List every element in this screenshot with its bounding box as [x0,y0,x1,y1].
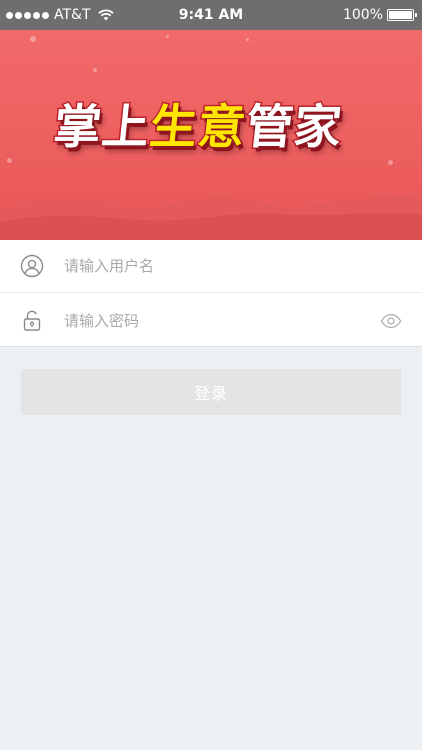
login-button[interactable]: 登录 [21,369,401,415]
username-input[interactable] [64,251,364,281]
battery-percent: 100% [342,7,383,23]
username-row [0,240,422,293]
title-part-2: 生意 [146,99,251,157]
header-banner: 掌上 生意 管家 [0,30,422,240]
eye-icon[interactable] [380,310,402,332]
user-icon [20,254,44,278]
status-bar: AT&T 9:41 AM 100% [0,0,422,30]
title-part-3: 管家 [242,99,347,157]
title-part-1: 掌上 [50,99,155,157]
login-form [0,240,422,347]
lock-icon [23,310,41,331]
password-input[interactable] [64,305,364,336]
battery-icon [387,9,417,21]
password-row [0,294,422,347]
banner-waves [0,196,422,240]
status-right: 100% [342,7,417,23]
app-logo-title: 掌上 生意 管家 [50,88,378,157]
